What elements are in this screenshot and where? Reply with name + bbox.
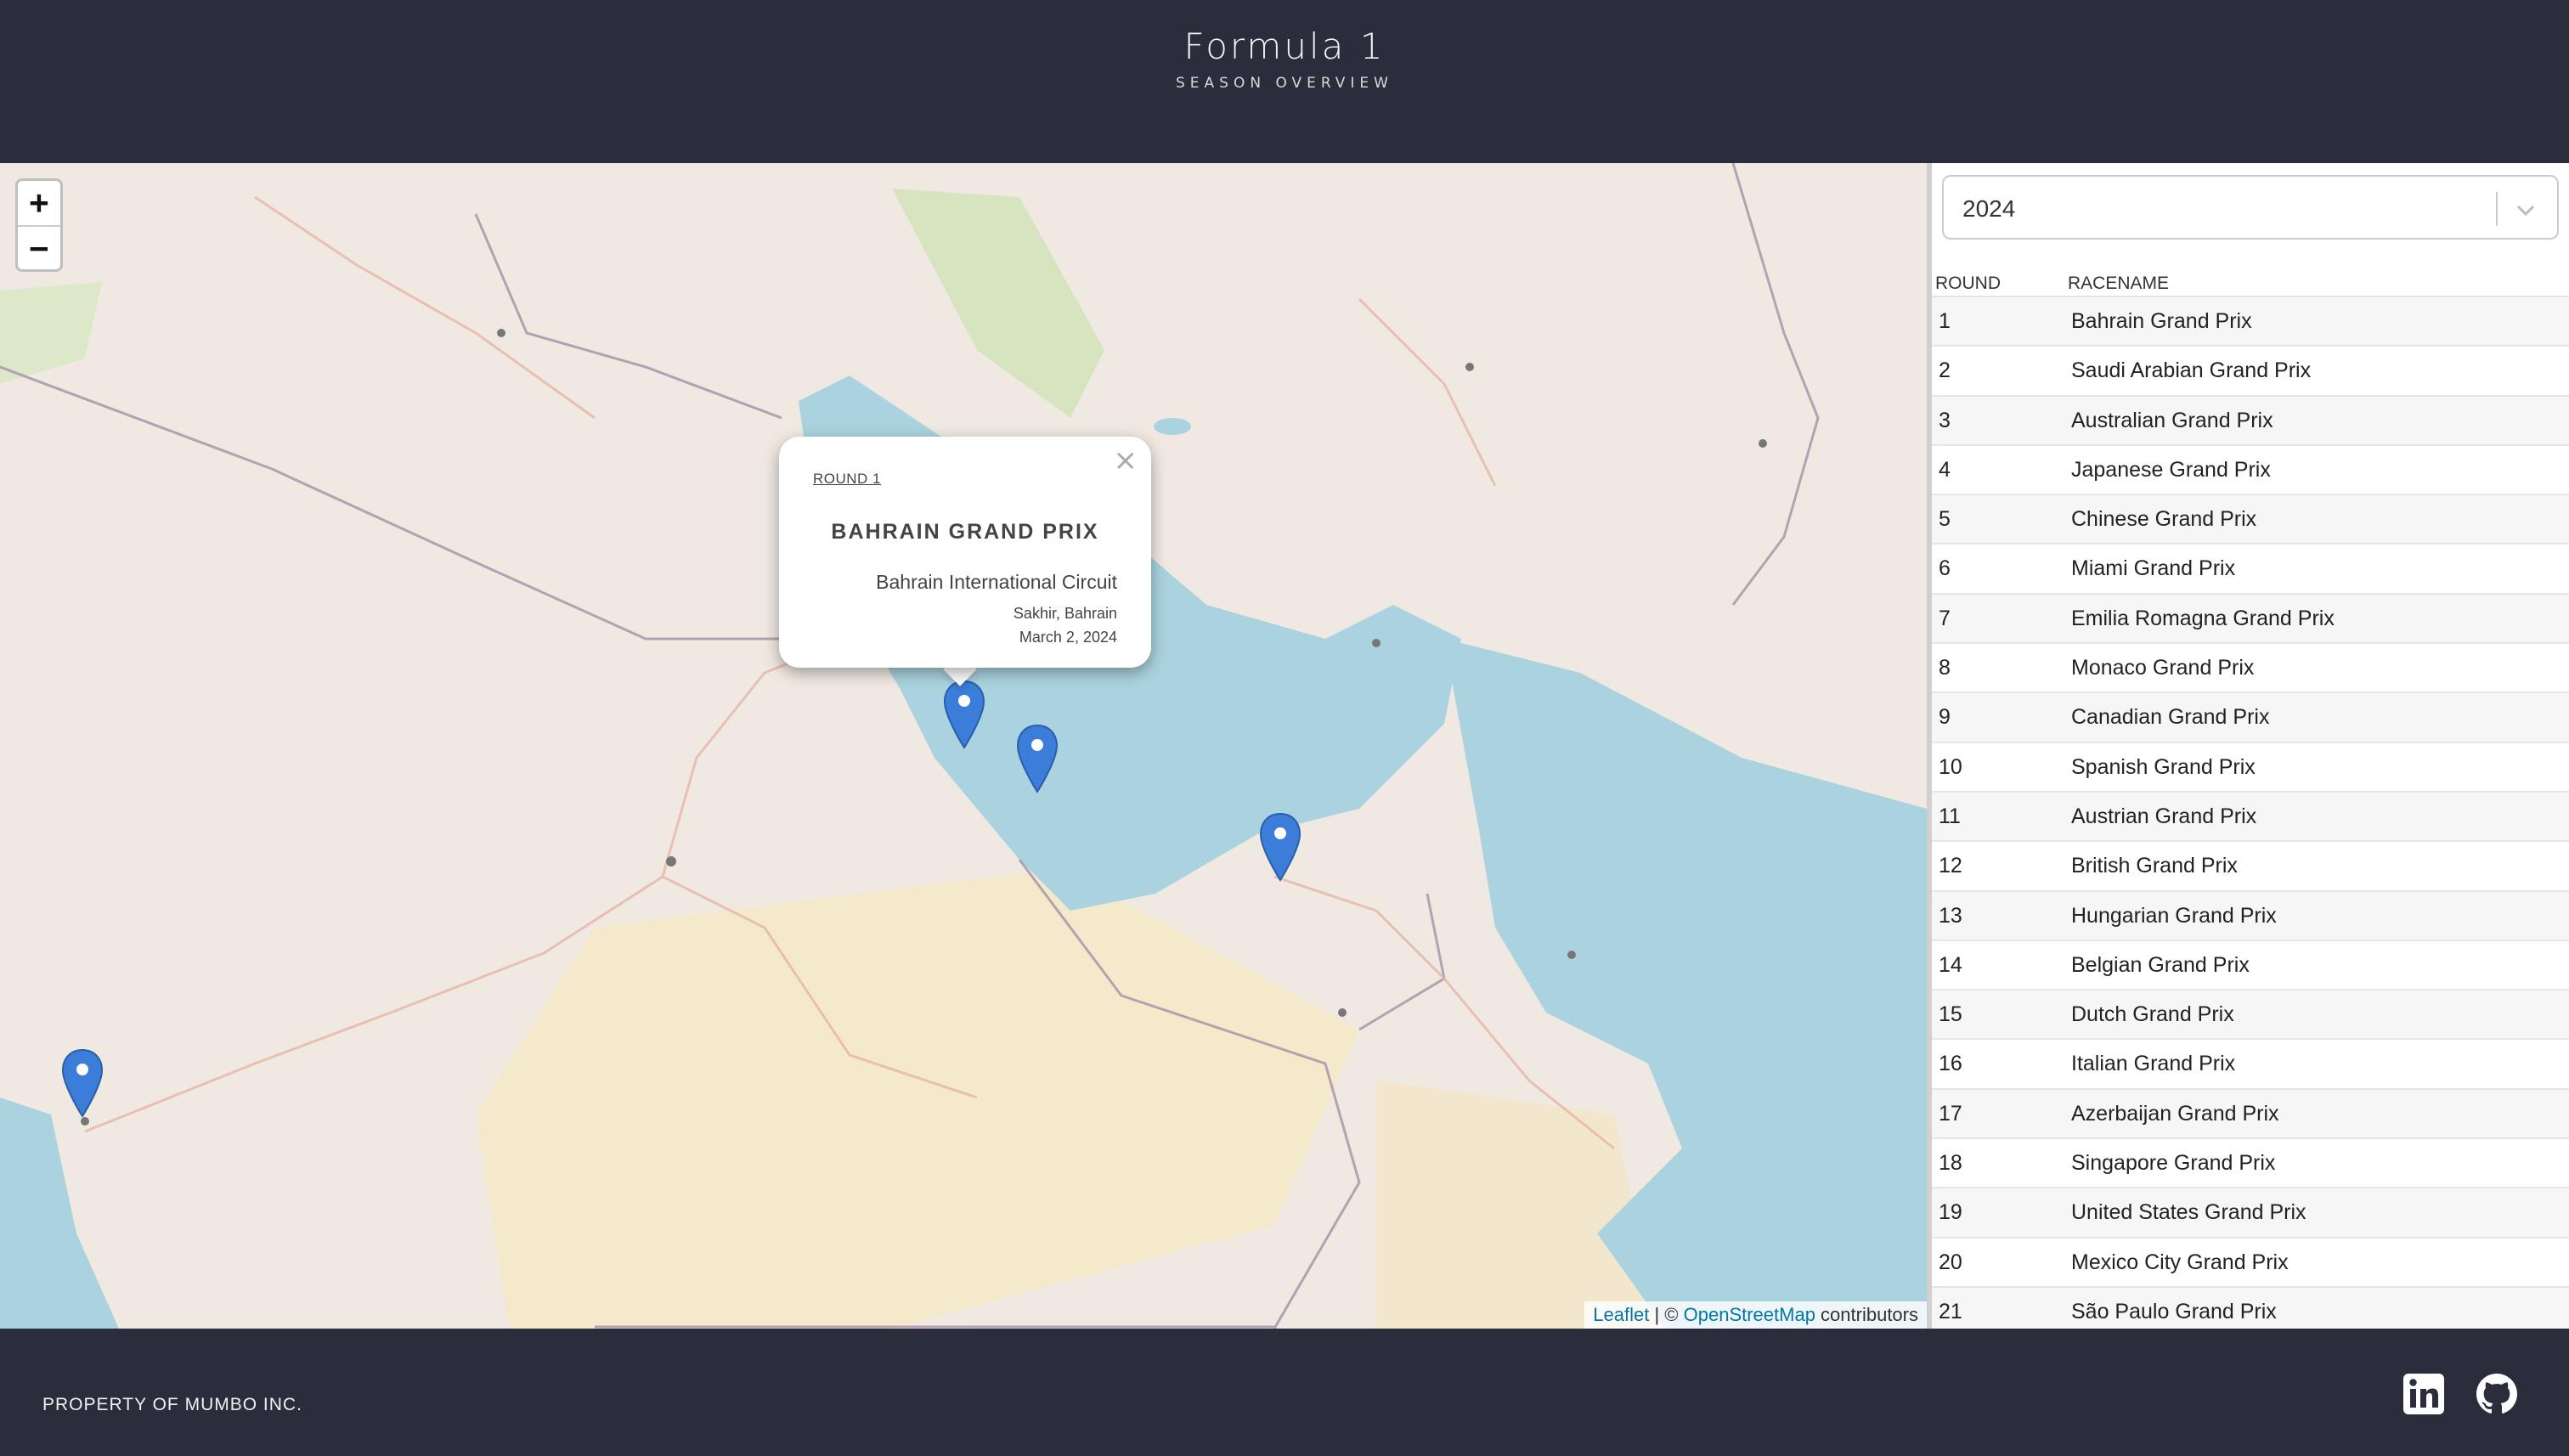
race-table-row[interactable]: 7 Emilia Romagna Grand Prix: [1932, 594, 2569, 645]
popup-close-button[interactable]: ×: [1114, 443, 1138, 477]
column-header-round[interactable]: ROUND: [1935, 274, 2001, 294]
race-round-cell: 4: [1939, 457, 1951, 482]
race-name-cell: Belgian Grand Prix: [2071, 952, 2250, 977]
attribution-separator: | ©: [1649, 1304, 1684, 1325]
season-select[interactable]: 2024: [1942, 175, 2559, 240]
race-name-cell: Italian Grand Prix: [2071, 1052, 2236, 1076]
race-round-cell: 7: [1939, 606, 1951, 630]
openstreetmap-link[interactable]: OpenStreetMap: [1684, 1304, 1815, 1325]
page-subtitle: SEASON OVERVIEW: [1176, 75, 1393, 92]
popup-circuit-name: Bahrain International Circuit: [876, 571, 1117, 593]
race-table-row[interactable]: 11 Austrian Grand Prix: [1932, 792, 2569, 843]
race-round-cell: 21: [1939, 1299, 1962, 1323]
race-name-cell: Bahrain Grand Prix: [2071, 309, 2252, 333]
page-title: Formula 1: [1183, 25, 1386, 67]
race-round-cell: 16: [1939, 1052, 1962, 1076]
race-table-row[interactable]: 14 Belgian Grand Prix: [1932, 940, 2569, 991]
race-table-row[interactable]: 18 Singapore Grand Prix: [1932, 1139, 2569, 1189]
map-marker-abu-dhabi[interactable]: [1259, 812, 1301, 882]
race-name-cell: Miami Grand Prix: [2071, 556, 2236, 581]
race-table-row[interactable]: 15 Dutch Grand Prix: [1932, 990, 2569, 1041]
leaflet-link[interactable]: Leaflet: [1593, 1304, 1649, 1325]
season-select-value: 2024: [1962, 195, 2016, 222]
app-header: Formula 1 SEASON OVERVIEW: [0, 0, 2569, 163]
github-icon[interactable]: [2474, 1371, 2520, 1417]
zoom-control: + −: [15, 178, 63, 272]
column-header-racename[interactable]: RACENAME: [2068, 274, 2169, 294]
race-name-cell: Emilia Romagna Grand Prix: [2071, 606, 2335, 630]
race-table-row[interactable]: 19 United States Grand Prix: [1932, 1188, 2569, 1239]
race-name-cell: Saudi Arabian Grand Prix: [2071, 358, 2312, 383]
race-table-row[interactable]: 9 Canadian Grand Prix: [1932, 693, 2569, 743]
map-view[interactable]: + − × ROUND 1 BAHRAIN GRAND PRIX Bahrain…: [0, 163, 1927, 1329]
race-round-cell: 6: [1939, 556, 1951, 581]
race-name-cell: British Grand Prix: [2071, 854, 2238, 878]
map-marker-qatar[interactable]: [1016, 724, 1059, 793]
race-table-row[interactable]: 4 Japanese Grand Prix: [1932, 445, 2569, 496]
race-name-cell: Chinese Grand Prix: [2071, 507, 2257, 532]
race-name-cell: United States Grand Prix: [2071, 1200, 2306, 1225]
race-round-cell: 5: [1939, 507, 1951, 532]
race-round-cell: 9: [1939, 705, 1951, 730]
race-name-cell: Japanese Grand Prix: [2071, 457, 2271, 482]
race-table-row[interactable]: 13 Hungarian Grand Prix: [1932, 891, 2569, 941]
race-name-cell: Azerbaijan Grand Prix: [2071, 1101, 2279, 1126]
race-table-row[interactable]: 10 Spanish Grand Prix: [1932, 742, 2569, 793]
attribution-suffix: contributors: [1815, 1304, 1918, 1325]
map-marker-bahrain[interactable]: [943, 680, 985, 749]
map-attribution: Leaflet | © OpenStreetMap contributors: [1584, 1301, 1927, 1329]
race-name-cell: Singapore Grand Prix: [2071, 1151, 2276, 1176]
race-popup: × ROUND 1 BAHRAIN GRAND PRIX Bahrain Int…: [779, 437, 1151, 668]
app-footer: PROPERTY OF MUMBO INC.: [0, 1329, 2569, 1456]
popup-round-label: ROUND 1: [813, 471, 882, 487]
race-table-row[interactable]: 3 Australian Grand Prix: [1932, 396, 2569, 446]
race-name-cell: São Paulo Grand Prix: [2071, 1299, 2277, 1323]
race-table-row[interactable]: 5 Chinese Grand Prix: [1932, 495, 2569, 545]
race-round-cell: 11: [1939, 804, 1961, 828]
race-table-row[interactable]: 1 Bahrain Grand Prix: [1932, 297, 2569, 347]
race-round-cell: 20: [1939, 1250, 1962, 1274]
linkedin-icon[interactable]: [2401, 1371, 2447, 1417]
race-list-panel: 2024 ROUND RACENAME 1 Bahrain Grand Prix 2…: [1927, 163, 2569, 1329]
race-table-row[interactable]: 17 Azerbaijan Grand Prix: [1932, 1089, 2569, 1140]
race-name-cell: Mexico City Grand Prix: [2071, 1250, 2289, 1274]
race-name-cell: Dutch Grand Prix: [2071, 1002, 2234, 1027]
race-table-row[interactable]: 16 Italian Grand Prix: [1932, 1040, 2569, 1090]
race-round-cell: 13: [1939, 903, 1962, 928]
map-marker-jeddah[interactable]: [61, 1048, 104, 1118]
footer-copyright: PROPERTY OF MUMBO INC.: [42, 1395, 302, 1414]
race-round-cell: 18: [1939, 1151, 1962, 1176]
race-table-row[interactable]: 12 British Grand Prix: [1932, 842, 2569, 892]
race-round-cell: 19: [1939, 1200, 1962, 1225]
popup-race-name: BAHRAIN GRAND PRIX: [831, 520, 1099, 544]
popup-location: Sakhir, Bahrain: [1013, 605, 1117, 622]
race-name-cell: Australian Grand Prix: [2071, 408, 2273, 432]
race-name-cell: Spanish Grand Prix: [2071, 754, 2256, 779]
race-table-row[interactable]: 2 Saudi Arabian Grand Prix: [1932, 347, 2569, 397]
race-round-cell: 17: [1939, 1101, 1962, 1126]
race-round-cell: 8: [1939, 656, 1951, 680]
race-table-row[interactable]: 20 Mexico City Grand Prix: [1932, 1238, 2569, 1288]
race-name-cell: Austrian Grand Prix: [2071, 804, 2257, 828]
race-round-cell: 12: [1939, 854, 1962, 878]
race-table-body: 1 Bahrain Grand Prix 2 Saudi Arabian Grand …: [1932, 297, 2569, 1329]
race-table-row[interactable]: 6 Miami Grand Prix: [1932, 545, 2569, 595]
race-round-cell: 14: [1939, 952, 1962, 977]
race-table-row[interactable]: 21 São Paulo Grand Prix: [1932, 1287, 2569, 1329]
zoom-out-button[interactable]: −: [18, 225, 60, 269]
race-name-cell: Canadian Grand Prix: [2071, 705, 2270, 730]
race-name-cell: Monaco Grand Prix: [2071, 656, 2255, 680]
race-table-header: ROUND RACENAME: [1932, 268, 2569, 297]
select-separator: [2496, 192, 2498, 226]
race-round-cell: 10: [1939, 754, 1962, 779]
race-round-cell: 15: [1939, 1002, 1962, 1027]
zoom-in-button[interactable]: +: [18, 181, 60, 225]
popup-date: March 2, 2024: [1019, 629, 1117, 646]
race-name-cell: Hungarian Grand Prix: [2071, 903, 2277, 928]
race-round-cell: 3: [1939, 408, 1951, 432]
race-table-row[interactable]: 8 Monaco Grand Prix: [1932, 644, 2569, 694]
chevron-down-icon[interactable]: [2515, 199, 2537, 221]
race-round-cell: 1: [1939, 309, 1951, 333]
race-round-cell: 2: [1939, 358, 1951, 383]
